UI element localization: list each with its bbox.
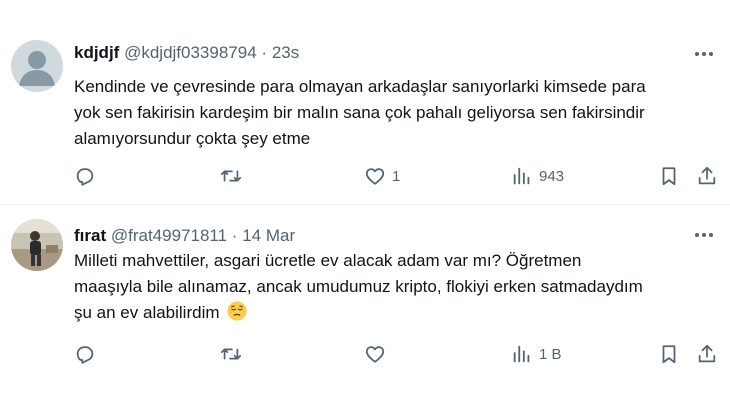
tweet-header: kdjdjf @kdjdjf03398794 · 23s bbox=[74, 40, 680, 66]
repost-button[interactable] bbox=[220, 163, 248, 189]
tweet-actions: 1 943 bbox=[74, 163, 724, 189]
share-icon bbox=[698, 166, 716, 185]
views-icon bbox=[513, 167, 530, 185]
repost-button[interactable] bbox=[220, 341, 248, 367]
display-name[interactable]: kdjdjf bbox=[74, 43, 119, 62]
reply-button[interactable] bbox=[74, 163, 102, 189]
avatar[interactable] bbox=[11, 219, 63, 271]
tweet-actions: 1 B bbox=[74, 341, 724, 367]
reply-button[interactable] bbox=[74, 341, 102, 367]
user-handle[interactable]: @kdjdjf03398794 bbox=[124, 43, 257, 62]
bookmark-icon bbox=[662, 345, 676, 364]
heart-icon bbox=[365, 168, 385, 185]
tweet-header: fırat @frat49971811 · 14 Mar bbox=[74, 223, 680, 249]
more-icon[interactable] bbox=[692, 223, 716, 247]
tweet-text: Kendinde ve çevresinde para olmayan arka… bbox=[74, 77, 646, 148]
timestamp[interactable]: 23s bbox=[272, 43, 299, 62]
bookmark-button[interactable] bbox=[658, 163, 680, 189]
share-button[interactable] bbox=[696, 341, 718, 367]
share-button[interactable] bbox=[696, 163, 718, 189]
default-profile-icon bbox=[11, 40, 63, 92]
avatar[interactable] bbox=[11, 40, 63, 92]
timestamp[interactable]: 14 Mar bbox=[242, 226, 295, 245]
reply-icon bbox=[76, 346, 94, 364]
reply-icon bbox=[76, 168, 94, 186]
views-icon bbox=[513, 345, 530, 363]
tweet[interactable]: fırat @frat49971811 · 14 Mar Milleti mah… bbox=[0, 205, 730, 420]
photo-avatar bbox=[11, 219, 63, 271]
tweet[interactable]: kdjdjf @kdjdjf03398794 · 23s Kendinde ve… bbox=[0, 0, 730, 204]
like-button[interactable]: 1 bbox=[364, 163, 400, 189]
display-name[interactable]: fırat bbox=[74, 226, 106, 245]
separator: · bbox=[261, 43, 268, 62]
bookmark-icon bbox=[662, 167, 676, 186]
tweet-text: Milleti mahvettiler, asgari ücretle ev a… bbox=[74, 248, 724, 330]
user-handle[interactable]: @frat49971811 bbox=[111, 226, 227, 245]
bookmark-button[interactable] bbox=[658, 341, 680, 367]
pensive-face-emoji bbox=[226, 300, 248, 330]
repost-icon bbox=[220, 170, 242, 182]
more-icon[interactable] bbox=[692, 42, 716, 66]
repost-icon bbox=[220, 348, 242, 360]
views-count: 943 bbox=[539, 167, 565, 185]
separator: · bbox=[231, 226, 238, 245]
views-button[interactable]: 943 bbox=[511, 163, 564, 189]
heart-icon bbox=[365, 346, 385, 363]
share-icon bbox=[698, 344, 716, 363]
tweet-text-content: Milleti mahvettiler, asgari ücretle ev a… bbox=[74, 251, 643, 322]
like-button[interactable] bbox=[364, 341, 392, 367]
views-count: 1 B bbox=[539, 345, 562, 363]
views-button[interactable]: 1 B bbox=[511, 341, 562, 367]
like-count: 1 bbox=[392, 167, 401, 185]
